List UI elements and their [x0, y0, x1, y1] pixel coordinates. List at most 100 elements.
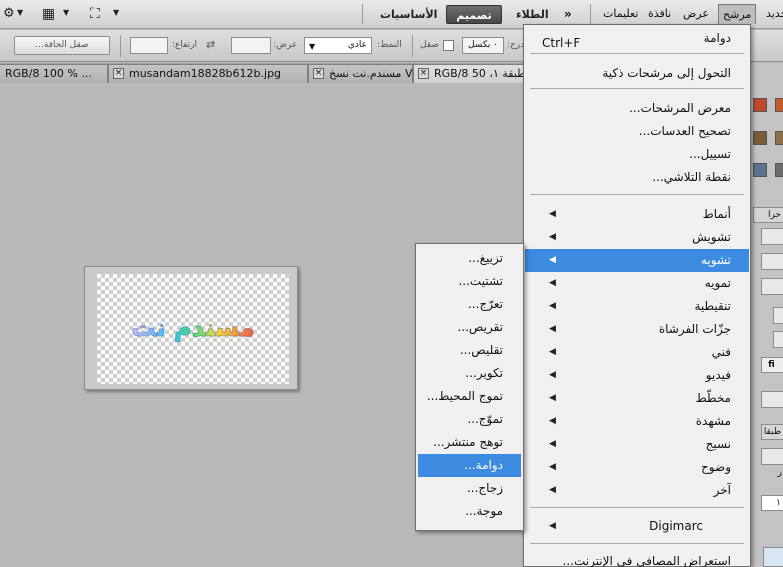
menu-select[interactable]: تحديد — [762, 4, 783, 24]
panel-field[interactable] — [761, 228, 783, 245]
panel-field[interactable] — [761, 253, 783, 270]
menu-window[interactable]: نافذة — [644, 4, 675, 24]
submenu-pixelate[interactable]: ◀ تنقيطية — [525, 295, 749, 318]
close-icon[interactable]: × — [113, 68, 124, 79]
workspace-design-button[interactable]: تصميم — [446, 5, 502, 24]
submenu-digimarc[interactable]: ◀ Digimarc — [525, 515, 749, 538]
antialias-checkbox[interactable] — [443, 40, 454, 51]
menu-item-wave[interactable]: موجة... — [418, 500, 521, 523]
panel-field[interactable] — [761, 278, 783, 295]
submenu-sketch[interactable]: ◀ مخطّط — [525, 387, 749, 410]
menu-item-glass[interactable]: زجاج... — [418, 477, 521, 500]
submenu-arrow-icon: ◀ — [549, 324, 556, 334]
gear-options-icon[interactable]: ⚙ — [3, 6, 15, 21]
submenu-arrow-icon: ◀ — [549, 439, 556, 449]
doc-tab[interactable]: RGB/8 100 % ... — [0, 64, 108, 83]
workspace-painting-button[interactable]: الطلاء — [508, 5, 557, 24]
doc-tab-label: مسندم.نت نسخ V — [329, 67, 413, 80]
workspace-more-button[interactable]: « — [556, 5, 580, 24]
submenu-noise[interactable]: ◀ تشويش — [525, 226, 749, 249]
doc-tab[interactable]: × musandam18828b612b.jpg — [108, 64, 308, 83]
swatch[interactable] — [753, 131, 767, 145]
menu-item-label: تشويه — [700, 253, 731, 267]
document-window: مسندم نت — [84, 266, 298, 390]
menu-item-lens-correction[interactable]: تصحيح العدسات... — [525, 120, 749, 143]
height-label: ارتفاع: — [172, 40, 198, 50]
menu-item-diffuse-glow[interactable]: توهج منتشر... — [418, 431, 521, 454]
menu-item-ripple[interactable]: تموّج... — [418, 408, 521, 431]
submenu-arrow-icon: ◀ — [549, 301, 556, 311]
menu-help[interactable]: تعليمات — [599, 4, 642, 24]
doc-tab-label: RGB/8 50 ،طبقة ١ — [434, 67, 525, 80]
close-icon[interactable]: × — [313, 68, 324, 79]
menu-item-vanishing-point[interactable]: نقطة التلاشي... — [525, 166, 749, 189]
chevron-down-icon[interactable]: ▼ — [17, 8, 23, 17]
separator — [590, 4, 591, 24]
doc-tab-active[interactable]: × RGB/8 50 ،طبقة ١ — [413, 64, 525, 83]
menu-filter[interactable]: مرشح — [718, 4, 757, 24]
menu-item-browse-filters-online[interactable]: استعراض المصافي في الإنترنت... — [525, 550, 749, 567]
menu-item-twirl[interactable]: دوامة... — [418, 454, 521, 477]
submenu-texture[interactable]: ◀ نسيج — [525, 433, 749, 456]
separator — [362, 4, 363, 24]
submenu-blur[interactable]: ◀ تمويه — [525, 272, 749, 295]
menu-item-shear[interactable]: تقليص... — [418, 339, 521, 362]
frame-label: ر الإطار — [777, 468, 782, 478]
panel-field[interactable] — [761, 448, 783, 465]
menu-item-label: وضوح — [701, 460, 731, 474]
menu-item-convert-smart-filters[interactable]: التحول إلى مرشحات ذكية — [525, 62, 749, 85]
menu-item-filter-gallery[interactable]: معرض المرشحات... — [525, 97, 749, 120]
panel-field[interactable] — [761, 391, 783, 408]
panel-field[interactable]: ١ — [761, 495, 783, 511]
submenu-render[interactable]: ◀ مشهدة — [525, 410, 749, 433]
submenu-artistic-styles[interactable]: ◀ أنماط — [525, 203, 749, 226]
panel-field[interactable] — [773, 307, 783, 324]
panel-tab[interactable]: حرا — [753, 207, 783, 223]
arrange-documents-icon[interactable]: ▦ — [42, 6, 55, 22]
menu-item-zigzag[interactable]: تعرّج... — [418, 293, 521, 316]
submenu-other[interactable]: ◀ آخر — [525, 479, 749, 502]
menu-item-liquify[interactable]: تسييل... — [525, 143, 749, 166]
menu-item-last-filter[interactable]: دوامة Ctrl+F — [525, 27, 749, 50]
submenu-brush-strokes[interactable]: ◀ جزّات الفرشاة — [525, 318, 749, 341]
menu-item-label: مخطّط — [695, 391, 731, 405]
menu-separator — [530, 194, 744, 195]
menu-item-pinch[interactable]: تقريص... — [418, 316, 521, 339]
chevron-down-icon: ▼ — [309, 42, 316, 51]
panel-tab[interactable]: طبقا — [761, 424, 783, 440]
menu-item-displace[interactable]: تشتيت... — [418, 270, 521, 293]
swatch[interactable] — [753, 98, 767, 112]
feather-field[interactable]: ٠ بكسل — [462, 37, 504, 54]
submenu-video[interactable]: ◀ فيديو — [525, 364, 749, 387]
menu-item-label: آخر — [713, 483, 731, 497]
screen-mode-icon[interactable]: ⛶ — [90, 6, 100, 22]
submenu-sharpen[interactable]: ◀ وضوح — [525, 456, 749, 479]
workspace-essentials-button[interactable]: الأساسيات — [372, 5, 445, 24]
panel-field[interactable] — [773, 331, 783, 348]
refine-edge-button[interactable]: صقل الحافة... — [14, 36, 110, 55]
layer-thumbnail[interactable] — [763, 547, 783, 567]
menu-item-diffuse-glow-1[interactable]: تزييغ... — [418, 247, 521, 270]
swap-dimensions-icon[interactable]: ⇄ — [206, 38, 215, 51]
swatch[interactable] — [753, 163, 767, 177]
submenu-distort[interactable]: ◀ تشويه — [525, 249, 749, 272]
doc-tab[interactable]: × مسندم.نت نسخ V — [308, 64, 413, 83]
menu-view[interactable]: عرض — [679, 4, 713, 24]
swatch[interactable] — [775, 163, 783, 177]
menu-separator — [530, 543, 744, 544]
submenu-artistic[interactable]: ◀ فني — [525, 341, 749, 364]
width-field[interactable] — [231, 37, 271, 54]
height-field[interactable] — [130, 37, 168, 54]
doc-tab-label: musandam18828b612b.jpg — [129, 67, 282, 80]
chevron-down-icon[interactable]: ▼ — [113, 8, 119, 17]
swatch[interactable] — [775, 131, 783, 145]
menu-item-label: فني — [711, 345, 731, 359]
chevron-down-icon[interactable]: ▼ — [63, 8, 69, 17]
style-select[interactable]: ▼ عادي — [304, 37, 372, 54]
menu-item-ocean-ripple[interactable]: تموج المحيط... — [418, 385, 521, 408]
menu-item-spherize[interactable]: تكوير... — [418, 362, 521, 385]
transparent-canvas[interactable]: مسندم نت — [97, 274, 289, 384]
close-icon[interactable]: × — [418, 68, 429, 79]
swatch[interactable] — [775, 98, 783, 112]
fx-button[interactable]: fi — [761, 357, 783, 373]
